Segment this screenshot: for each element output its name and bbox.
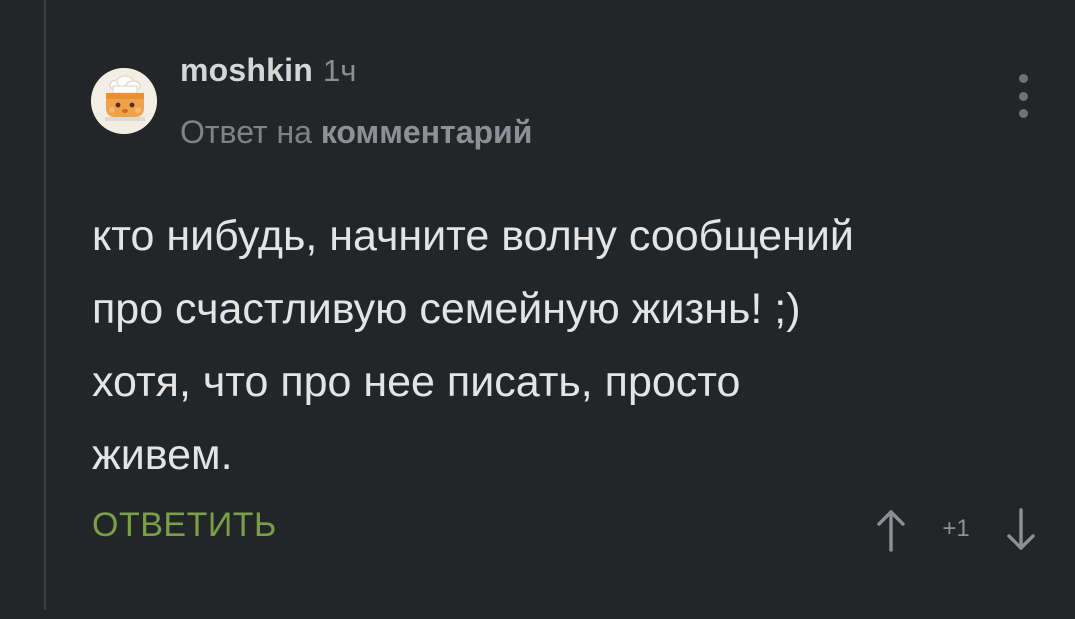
upvote-button[interactable] <box>871 506 911 554</box>
author-name[interactable]: moshkin <box>180 52 313 89</box>
parent-comment-link[interactable]: комментарий <box>321 114 533 150</box>
comment-line: хотя, что про нее писать, просто <box>92 358 741 406</box>
menu-dot <box>1018 109 1028 118</box>
comment-time: 1ч <box>322 53 357 88</box>
arrow-up-icon <box>877 510 905 552</box>
user-avatar[interactable] <box>91 68 157 134</box>
reply-to-line: Ответ на комментарий <box>180 114 532 151</box>
comment-text: кто нибудь, начните волну сообщений про … <box>92 200 1052 492</box>
reply-to-prefix: Ответ на <box>180 114 312 150</box>
thread-line <box>44 0 46 610</box>
comment-line: живем. <box>92 431 233 479</box>
menu-dot <box>1018 74 1028 83</box>
menu-dot <box>1018 91 1028 101</box>
comment-header: moshkin 1ч <box>180 52 356 92</box>
more-vertical-icon[interactable] <box>1014 74 1032 118</box>
arrow-down-icon <box>1007 508 1035 550</box>
reply-button[interactable]: ОТВЕТИТЬ <box>92 506 277 545</box>
comment-line: про счастливую семейную жизнь! ;) <box>92 285 801 333</box>
comment-line: кто нибудь, начните волну сообщений <box>92 212 854 260</box>
comment-score: +1 <box>942 515 970 542</box>
downvote-button[interactable] <box>1001 506 1041 554</box>
chef-avatar-icon <box>91 68 157 134</box>
